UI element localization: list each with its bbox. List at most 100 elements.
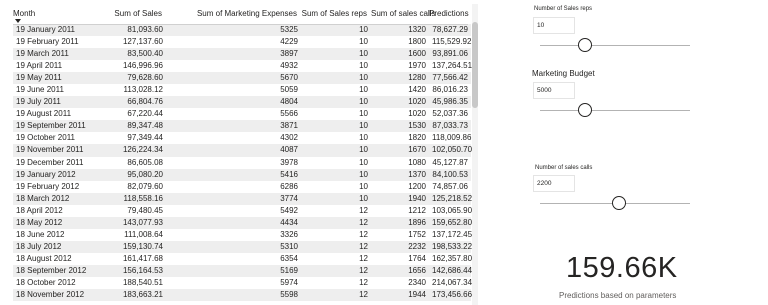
table-row[interactable]: 19 May 2011 79,628.60 5670 10 1280 77,566.42 — [13, 72, 471, 85]
cell-predictions: 162,357.80 — [429, 252, 472, 265]
cell-marketing-expenses: 6286 — [166, 180, 301, 193]
cell-marketing-expenses: 4302 — [166, 132, 301, 145]
table-row[interactable]: 19 November 2011 126,224.34 4087 10 1670 102,… — [13, 144, 472, 157]
cell-month: 18 July 2012 — [13, 240, 94, 253]
sales-calls-input[interactable]: 2200 — [533, 175, 575, 192]
table-row[interactable]: 19 December 2011 86,605.08 3978 10 1080 45,12… — [13, 156, 471, 169]
cell-sales: 67,220.44 — [94, 108, 166, 121]
cell-sales: 146,996.96 — [94, 60, 166, 73]
sales-reps-slider-track[interactable] — [540, 45, 690, 46]
sales-calls-slider-handle[interactable] — [612, 196, 626, 210]
cell-sales-reps: 10 — [301, 72, 371, 85]
column-header-marketing-expenses[interactable]: Sum of Marketing Expenses — [166, 4, 301, 24]
cell-sales-reps: 10 — [301, 144, 371, 157]
cell-month: 19 March 2011 — [13, 48, 94, 61]
cell-sales: 111,008.64 — [94, 228, 166, 241]
cell-month: 18 October 2012 — [13, 276, 94, 290]
cell-month: 19 May 2011 — [13, 72, 94, 85]
table-row[interactable]: 18 July 2012 159,130.74 5310 12 2232 198,533.… — [13, 240, 472, 253]
table-row[interactable]: 18 August 2012 161,417.68 6354 12 1764 162,35… — [13, 252, 472, 265]
table-row[interactable]: 18 June 2012 111,008.64 3326 12 1752 137,172.… — [13, 228, 472, 241]
cell-sales-calls: 1370 — [371, 168, 429, 181]
sales-reps-input[interactable]: 10 — [533, 17, 575, 34]
column-header-month[interactable]: Month — [13, 4, 94, 24]
table-row[interactable]: 19 January 2012 95,080.20 5416 10 1370 84,100… — [13, 168, 471, 181]
cell-month: 19 September 2011 — [13, 120, 94, 133]
cell-marketing-expenses: 3897 — [166, 48, 301, 61]
cell-month: 19 February 2012 — [13, 180, 94, 193]
cell-sales-calls: 2232 — [371, 240, 429, 253]
cell-sales-calls: 1020 — [371, 108, 429, 121]
cell-month: 19 November 2011 — [13, 144, 94, 157]
cell-predictions: 45,986.35 — [429, 96, 471, 109]
cell-marketing-expenses: 5059 — [166, 84, 301, 97]
table-row[interactable]: 19 March 2011 83,500.40 3897 10 1600 93,891.0… — [13, 48, 471, 61]
cell-marketing-expenses: 4804 — [166, 96, 301, 109]
cell-marketing-expenses: 5416 — [166, 168, 301, 181]
marketing-budget-input[interactable]: 5000 — [533, 82, 575, 99]
table-scrollbar-thumb[interactable] — [472, 22, 478, 108]
cell-marketing-expenses: 4434 — [166, 216, 301, 229]
marketing-budget-slider-track[interactable] — [540, 110, 690, 111]
cell-sales-calls: 1940 — [371, 192, 429, 205]
table-row[interactable]: 18 October 2012 188,540.51 5974 12 2340 214,0… — [13, 276, 472, 290]
table-row[interactable]: 19 February 2012 82,079.60 6286 10 1200 74,85… — [13, 180, 471, 193]
cell-month: 18 November 2012 — [13, 289, 94, 302]
cell-sales-calls: 1800 — [371, 36, 429, 49]
table-row[interactable]: 18 May 2012 143,077.93 4434 12 1896 159,652.8… — [13, 216, 472, 229]
column-header-sales-reps[interactable]: Sum of Sales reps — [301, 4, 371, 24]
cell-predictions: 142,686.44 — [429, 264, 472, 277]
column-header-sales-calls[interactable]: Sum of sales calls — [371, 4, 435, 24]
table-row[interactable]: 19 February 2011 127,137.60 4229 10 1800 115,… — [13, 36, 471, 49]
prediction-kpi-value: 159.66K — [566, 252, 678, 284]
cell-sales: 97,349.44 — [94, 132, 166, 145]
table-row[interactable]: 19 August 2011 67,220.44 5566 10 1020 52,037.… — [13, 108, 471, 121]
table-row[interactable]: 19 October 2011 97,349.44 4302 10 1820 118,00… — [13, 132, 471, 145]
cell-sales-reps: 10 — [301, 168, 371, 181]
table-row[interactable]: 19 July 2011 66,804.76 4804 10 1020 45,986.35 — [13, 96, 471, 109]
table-row[interactable]: 18 November 2012 183,663.21 5598 12 1944 173,… — [13, 289, 472, 302]
cell-sales-reps: 10 — [301, 24, 371, 37]
cell-sales-reps: 10 — [301, 132, 371, 145]
cell-predictions: 78,627.29 — [429, 24, 471, 37]
cell-predictions: 115,529.92 — [429, 36, 471, 49]
table-row[interactable]: 18 September 2012 156,164.53 5169 12 1656 142… — [13, 264, 472, 277]
cell-predictions: 93,891.06 — [429, 48, 471, 61]
cell-sales: 159,130.74 — [94, 240, 166, 253]
sort-descending-icon[interactable] — [15, 19, 21, 23]
cell-predictions: 214,067.34 — [429, 276, 472, 290]
column-header-predictions[interactable]: Predictions — [429, 4, 471, 24]
cell-sales-calls: 1080 — [371, 156, 429, 169]
cell-sales-calls: 1600 — [371, 48, 429, 61]
cell-month: 19 April 2011 — [13, 60, 94, 73]
cell-marketing-expenses: 3774 — [166, 192, 301, 205]
cell-sales: 156,164.53 — [94, 264, 166, 277]
cell-sales-calls: 1820 — [371, 132, 429, 145]
prediction-kpi-caption: Predictions based on parameters — [559, 291, 677, 300]
marketing-budget-slider-handle[interactable] — [578, 103, 592, 117]
table-row[interactable]: 19 June 2011 113,028.12 5059 10 1420 86,016.2… — [13, 84, 471, 97]
cell-month: 18 August 2012 — [13, 252, 94, 265]
cell-sales-reps: 10 — [301, 84, 371, 97]
cell-predictions: 77,566.42 — [429, 72, 471, 85]
cell-sales-reps: 12 — [301, 204, 371, 217]
table-row[interactable]: 18 March 2012 118,558.16 3774 10 1940 125,218… — [13, 192, 472, 205]
cell-sales-reps: 12 — [301, 252, 371, 265]
cell-sales-calls: 1280 — [371, 72, 429, 85]
cell-predictions: 173,456.66 — [429, 289, 472, 302]
cell-predictions: 74,857.06 — [429, 180, 471, 193]
cell-month: 19 July 2011 — [13, 96, 94, 109]
table-row[interactable]: 19 January 2011 81,093.60 5325 10 1320 78,627… — [13, 24, 471, 37]
cell-sales-reps: 10 — [301, 180, 371, 193]
sales-reps-slider-handle[interactable] — [578, 38, 592, 52]
table-row[interactable]: 18 April 2012 79,480.45 5492 12 1212 103,065.… — [13, 204, 472, 217]
cell-month: 18 May 2012 — [13, 216, 94, 229]
table-row[interactable]: 19 September 2011 89,347.48 3871 10 1530 87,0… — [13, 120, 471, 133]
cell-month: 19 February 2011 — [13, 36, 94, 49]
table-row[interactable]: 19 April 2011 146,996.96 4932 10 1970 137,264… — [13, 60, 472, 73]
cell-predictions: 137,264.51 — [429, 60, 472, 73]
column-header-sales[interactable]: Sum of Sales — [94, 4, 166, 24]
cell-marketing-expenses: 5598 — [166, 289, 301, 302]
cell-sales: 81,093.60 — [94, 24, 166, 37]
cell-month: 18 June 2012 — [13, 228, 94, 241]
